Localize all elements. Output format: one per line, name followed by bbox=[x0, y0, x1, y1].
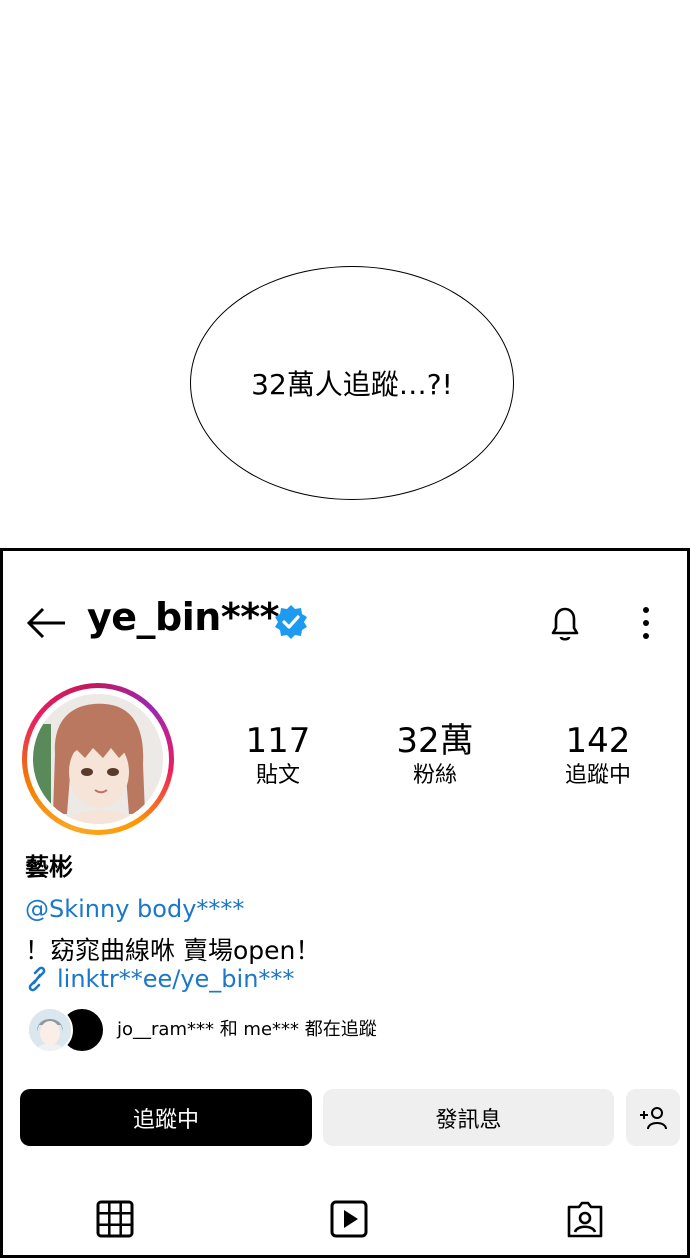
speech-bubble-text: 32萬人追蹤…?! bbox=[251, 368, 453, 401]
speech-bubble: 32萬人追蹤…?! bbox=[190, 266, 514, 500]
more-vertical-icon[interactable] bbox=[631, 603, 661, 643]
verified-badge-icon bbox=[275, 605, 307, 639]
bell-icon[interactable] bbox=[543, 601, 587, 645]
arrow-left-icon[interactable] bbox=[25, 603, 69, 643]
stat-followers-label: 粉絲 bbox=[412, 763, 457, 788]
add-user-icon bbox=[640, 1106, 667, 1129]
bio-external-link[interactable]: linktr**ee/ye_bin*** bbox=[57, 965, 294, 993]
avatar-illustration bbox=[33, 694, 163, 824]
stat-followers-count: 32萬 bbox=[396, 721, 474, 761]
message-button[interactable]: 發訊息 bbox=[323, 1089, 614, 1146]
grid-icon[interactable] bbox=[95, 1199, 135, 1239]
link-icon bbox=[28, 966, 46, 992]
reels-icon[interactable] bbox=[329, 1199, 369, 1239]
profile-screen: ye_bin*** 117 貼文 32萬 粉絲 142 追蹤中 藝彬 @Skin… bbox=[0, 548, 690, 1258]
bio-mention-link[interactable]: @Skinny body**** bbox=[25, 895, 244, 923]
mutual-avatar[interactable] bbox=[27, 1007, 73, 1053]
stat-following-count: 142 bbox=[565, 721, 631, 761]
following-button[interactable]: 追蹤中 bbox=[20, 1089, 312, 1146]
tagged-icon[interactable] bbox=[565, 1199, 605, 1239]
stat-posts-label: 貼文 bbox=[255, 763, 300, 788]
display-name: 藝彬 bbox=[25, 853, 73, 881]
profile-username: ye_bin*** bbox=[87, 595, 279, 639]
stat-posts-count: 117 bbox=[245, 721, 311, 761]
bio-text: ！窈窕曲線咻 賣場open！ bbox=[25, 936, 321, 965]
mutual-followers-text[interactable]: jo__ram*** 和 me*** 都在追蹤 bbox=[117, 1015, 377, 1041]
stat-posts[interactable]: 117 貼文 bbox=[203, 721, 353, 791]
stat-following[interactable]: 142 追蹤中 bbox=[523, 721, 673, 791]
add-user-button[interactable] bbox=[626, 1089, 680, 1146]
profile-avatar[interactable] bbox=[22, 683, 174, 835]
stat-followers[interactable]: 32萬 粉絲 bbox=[360, 721, 510, 791]
stat-following-label: 追蹤中 bbox=[564, 763, 631, 788]
